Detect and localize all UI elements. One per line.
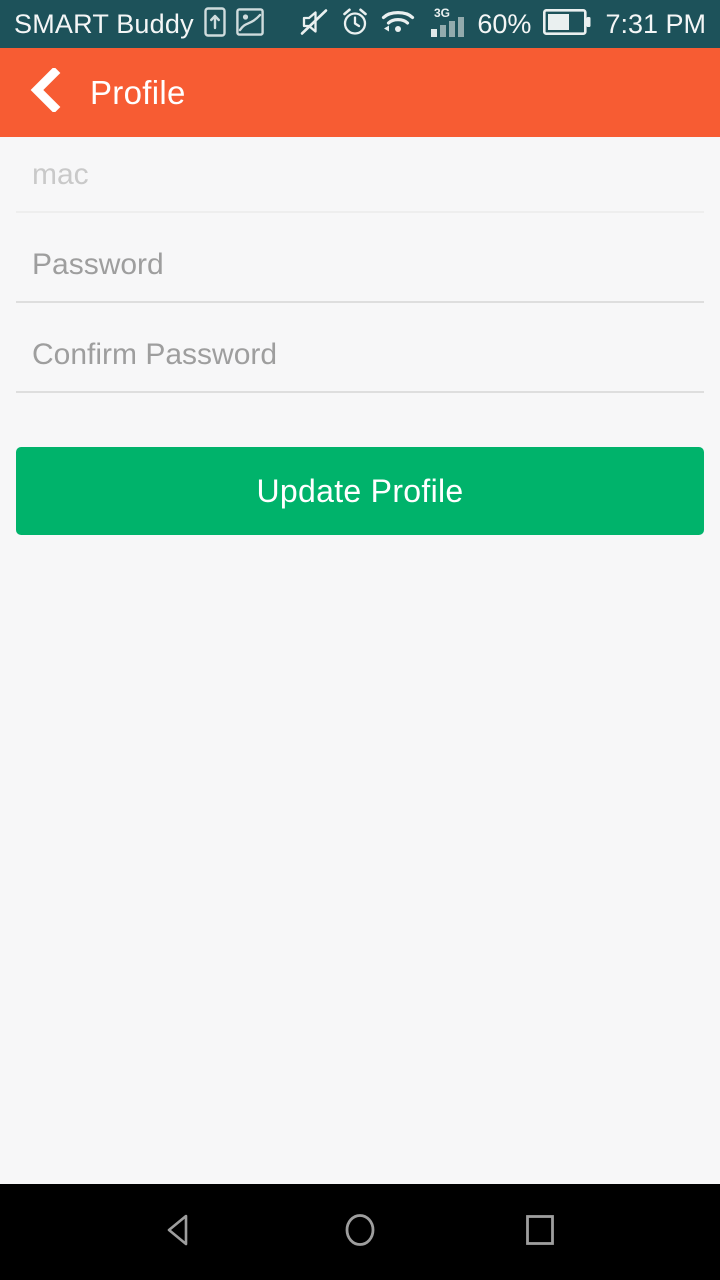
update-profile-button[interactable]: Update Profile bbox=[16, 447, 704, 535]
back-button[interactable] bbox=[22, 66, 68, 117]
carrier-label: SMART Buddy bbox=[14, 8, 194, 39]
confirm-password-field-underline bbox=[16, 391, 704, 393]
square-recents-icon bbox=[519, 1209, 561, 1256]
mac-field-underline bbox=[16, 211, 704, 213]
confirm-password-field-row bbox=[16, 317, 704, 407]
sim-card-icon bbox=[204, 6, 226, 42]
battery-percent-label: 60% bbox=[477, 8, 532, 39]
back-nav-button[interactable] bbox=[137, 1189, 223, 1275]
password-field-row bbox=[16, 227, 704, 317]
android-navigation-bar bbox=[0, 1184, 720, 1280]
phone-screen: SMART Buddy 3G 60% 7:31 PM Profile mac U… bbox=[0, 0, 720, 1280]
cellular-signal-icon: 3G bbox=[426, 6, 466, 43]
screenshot-image-icon bbox=[235, 7, 264, 41]
status-bar: SMART Buddy 3G 60% 7:31 PM bbox=[0, 0, 720, 48]
alarm-clock-icon bbox=[340, 7, 370, 42]
confirm-password-input[interactable] bbox=[16, 317, 704, 407]
page-title: Profile bbox=[90, 73, 186, 111]
chevron-left-icon bbox=[28, 66, 62, 117]
status-bar-right: 3G 60% 7:31 PM bbox=[299, 6, 706, 43]
mac-input[interactable] bbox=[16, 137, 704, 227]
password-field-underline bbox=[16, 301, 704, 303]
mute-icon bbox=[299, 7, 329, 42]
profile-form: Update Profile bbox=[0, 137, 720, 1184]
home-nav-button[interactable] bbox=[317, 1189, 403, 1275]
svg-text:3G: 3G bbox=[434, 6, 450, 20]
triangle-back-icon bbox=[159, 1209, 201, 1256]
wifi-icon bbox=[381, 8, 415, 41]
battery-icon bbox=[543, 8, 591, 40]
status-bar-left: SMART Buddy bbox=[14, 6, 299, 42]
password-input[interactable] bbox=[16, 227, 704, 317]
clock-label: 7:31 PM bbox=[605, 8, 706, 39]
app-bar: Profile bbox=[0, 48, 720, 137]
mac-field-row bbox=[16, 137, 704, 227]
circle-home-icon bbox=[339, 1209, 381, 1256]
recents-nav-button[interactable] bbox=[497, 1189, 583, 1275]
